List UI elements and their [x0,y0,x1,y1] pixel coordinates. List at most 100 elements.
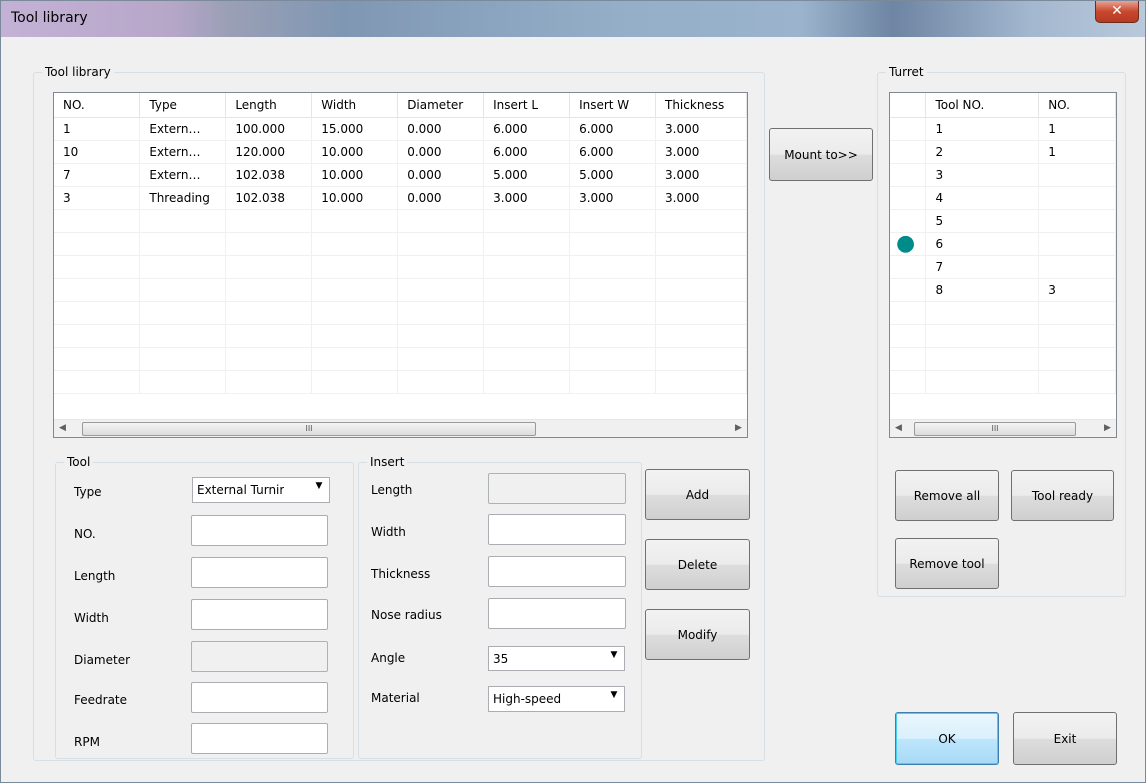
table-row[interactable]: 3 [890,163,1116,187]
arrow-right-icon[interactable]: ▶ [1099,420,1116,437]
column-header: Width [311,93,399,118]
tool-library-hscrollbar[interactable]: ◀ III ▶ [54,419,747,437]
row-indicator [890,117,927,141]
insert-material-select[interactable]: High-speed ▼ [488,686,625,712]
empty-cell [397,209,485,233]
empty-cell [655,232,747,256]
table-row[interactable] [54,232,747,256]
mount-to-button[interactable]: Mount to>> [769,128,873,181]
exit-button[interactable]: Exit [1013,712,1117,765]
table-row[interactable] [54,255,747,279]
empty-cell [925,301,1040,325]
empty-cell [139,370,227,394]
empty-cell [655,278,747,302]
insert-length-label: Length [371,483,413,497]
insert-width-input[interactable] [488,514,626,545]
tool-rpm-input[interactable] [191,723,328,754]
remove-all-button[interactable]: Remove all [895,470,999,521]
tool-width-input[interactable] [191,599,328,630]
table-cell: 5 [925,209,1040,233]
empty-cell [139,255,227,279]
table-row[interactable]: 1 Extern… 100.000 15.000 0.000 6.000 6.000 3.00… [54,117,747,141]
ok-button[interactable]: OK [895,712,999,765]
arrow-right-icon[interactable]: ▶ [730,420,747,437]
table-row[interactable] [54,278,747,302]
table-row[interactable]: 3 Threading 102.038 10.000 0.000 3.000 3.000 3.… [54,186,747,210]
row-indicator [890,278,927,302]
table-row[interactable]: 21 [890,140,1116,164]
arrow-left-icon[interactable]: ◀ [890,420,907,437]
table-row[interactable]: 5 [890,209,1116,233]
empty-cell [54,232,141,256]
empty-cell [311,370,399,394]
empty-cell [54,347,141,371]
table-row[interactable] [54,324,747,348]
scroll-thumb[interactable]: III [82,422,536,436]
table-row[interactable]: 10 Extern… 120.000 10.000 0.000 6.000 6.000 3.0… [54,140,747,164]
row-indicator [890,209,927,233]
table-cell: 3.000 [483,186,571,210]
table-cell: 0.000 [397,140,485,164]
table-row[interactable]: 83 [890,278,1116,302]
arrow-left-icon[interactable]: ◀ [54,420,71,437]
table-cell: 0.000 [397,186,485,210]
tool-type-select[interactable]: External Turnir ▼ [192,477,330,503]
table-row[interactable] [890,347,1116,371]
table-row[interactable]: 7 [890,255,1116,279]
table-row[interactable] [54,301,747,325]
table-cell: 102.038 [225,163,313,187]
empty-cell [311,278,399,302]
insert-thickness-label: Thickness [371,567,431,581]
turret-grid[interactable]: Tool NO. NO. 1 1 2 1 3 4 5 ● 6 7 8 3 ◀ III ▶ [889,92,1117,438]
empty-cell [655,324,747,348]
table-cell [1038,163,1116,187]
tool-library-grid[interactable]: NO. Type Length Width Diameter Insert L Insert… [53,92,748,438]
insert-nose-radius-label: Nose radius [371,608,442,622]
empty-cell [225,255,313,279]
modify-button[interactable]: Modify [645,609,750,660]
table-row[interactable] [890,324,1116,348]
table-row[interactable] [54,347,747,371]
insert-angle-select[interactable]: 35 ▼ [488,646,625,671]
empty-cell [54,370,141,394]
table-row[interactable] [890,301,1116,325]
empty-cell [569,324,656,348]
empty-cell [311,324,399,348]
insert-nose-radius-input[interactable] [488,598,626,629]
table-cell: 3.000 [655,186,747,210]
table-cell: Extern… [139,163,227,187]
tool-diameter-label: Diameter [74,653,131,667]
add-button[interactable]: Add [645,469,750,520]
tool-type-value: External Turnir [197,483,285,497]
delete-button[interactable]: Delete [645,539,750,590]
table-cell: 1 [925,117,1040,141]
row-indicator [890,255,927,279]
title-bar[interactable]: Tool library ✕ [1,1,1145,37]
table-row[interactable] [890,370,1116,394]
scroll-thumb[interactable]: III [914,422,1076,436]
insert-thickness-input[interactable] [488,556,626,587]
turret-hscrollbar[interactable]: ◀ III ▶ [890,419,1116,437]
tool-width-label: Width [74,611,109,625]
empty-cell [225,347,313,371]
table-row[interactable] [54,370,747,394]
tool-ready-button[interactable]: Tool ready [1011,470,1114,521]
remove-tool-button[interactable]: Remove tool [895,538,999,589]
table-row[interactable] [54,209,747,233]
empty-cell [139,347,227,371]
table-cell: 4 [925,186,1040,210]
tool-length-input[interactable] [191,557,328,588]
table-cell: 6.000 [483,117,571,141]
table-row[interactable]: 11 [890,117,1116,141]
table-cell: 3.000 [569,186,656,210]
empty-cell [54,255,141,279]
close-button[interactable]: ✕ [1095,1,1139,23]
table-row[interactable]: 4 [890,186,1116,210]
table-row[interactable]: ● 6 [890,232,1116,256]
table-row[interactable]: 7 Extern… 102.038 10.000 0.000 5.000 5.000 3.00… [54,163,747,187]
dialog-client: Tool library NO. Type Length Width Diameter I… [9,37,1137,776]
grip-icon: III [991,424,999,433]
tool-feedrate-input[interactable] [191,682,328,713]
tool-no-input[interactable] [191,515,328,546]
table-cell: 1 [54,117,141,141]
